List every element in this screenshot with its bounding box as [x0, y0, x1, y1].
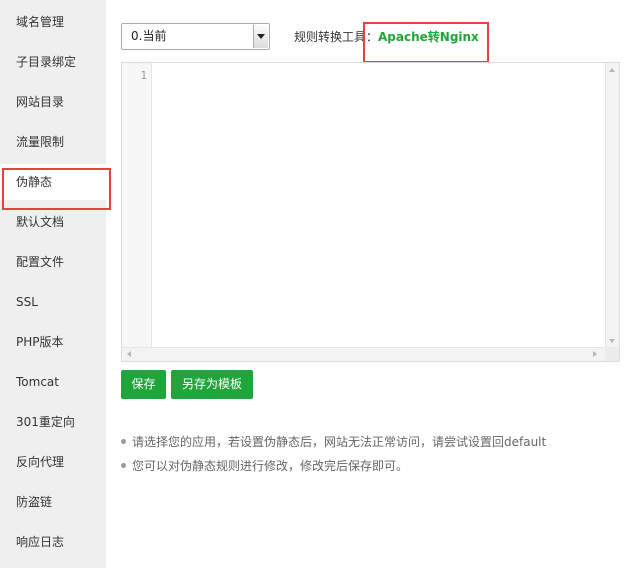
editor-content[interactable]: [156, 67, 601, 343]
scroll-left-icon[interactable]: [127, 351, 131, 357]
scrollbar-corner: [605, 347, 619, 361]
sidebar-item-label: SSL: [16, 295, 38, 309]
sidebar-item-traffic-limit[interactable]: 流量限制: [0, 124, 106, 160]
apache-to-nginx-link[interactable]: Apache转Nginx: [378, 28, 479, 45]
sidebar-item-site-dir[interactable]: 网站目录: [0, 84, 106, 120]
horizontal-scrollbar[interactable]: [122, 347, 605, 361]
sidebar-item-default-doc[interactable]: 默认文档: [0, 204, 106, 240]
chevron-down-icon[interactable]: [253, 25, 268, 48]
sidebar-item-config-file[interactable]: 配置文件: [0, 244, 106, 280]
sidebar-item-label: 流量限制: [16, 135, 65, 149]
rewrite-template-select[interactable]: 0.当前: [121, 23, 270, 50]
sidebar-item-label: 默认文档: [16, 215, 65, 229]
scroll-up-icon[interactable]: [609, 68, 615, 72]
sidebar-item-label: 伪静态: [16, 175, 53, 189]
line-number-gutter: 1: [122, 63, 152, 348]
sidebar-item-tomcat[interactable]: Tomcat: [0, 364, 106, 400]
rewrite-rule-editor[interactable]: 1: [121, 62, 620, 362]
sidebar: 域名管理 子目录绑定 网站目录 流量限制 伪静态 默认文档 配置文件 SSL P…: [0, 0, 106, 568]
sidebar-item-redirect-301[interactable]: 301重定向: [0, 404, 106, 440]
tip-item: 您可以对伪静态规则进行修改，修改完后保存即可。: [121, 456, 546, 480]
sidebar-item-label: PHP版本: [16, 335, 64, 349]
tool-label: 规则转换工具：: [294, 30, 379, 44]
sidebar-item-label: 301重定向: [16, 415, 75, 429]
sidebar-item-rewrite[interactable]: 伪静态: [0, 164, 106, 200]
vertical-scrollbar[interactable]: [605, 63, 619, 348]
sidebar-item-reverse-proxy[interactable]: 反向代理: [0, 444, 106, 480]
bullet-icon: [121, 439, 126, 444]
sidebar-item-label: 防盗链: [16, 495, 53, 509]
select-value: 0.当前: [131, 29, 167, 43]
sidebar-item-label: 网站目录: [16, 95, 65, 109]
sidebar-item-label: 子目录绑定: [16, 55, 77, 69]
scroll-down-icon[interactable]: [609, 339, 615, 343]
save-button[interactable]: 保存: [121, 370, 166, 399]
scroll-right-icon[interactable]: [593, 351, 597, 357]
line-number: 1: [140, 69, 147, 82]
save-as-template-button[interactable]: 另存为模板: [171, 370, 253, 399]
sidebar-item-label: 配置文件: [16, 255, 65, 269]
sidebar-item-label: 响应日志: [16, 535, 65, 549]
sidebar-item-ssl[interactable]: SSL: [0, 284, 106, 320]
tip-item: 请选择您的应用，若设置伪静态后，网站无法正常访问，请尝试设置回default: [121, 432, 546, 456]
bullet-icon: [121, 463, 126, 468]
tip-text: 您可以对伪静态规则进行修改，修改完后保存即可。: [132, 459, 409, 473]
sidebar-item-label: Tomcat: [16, 375, 59, 389]
sidebar-item-label: 域名管理: [16, 15, 65, 29]
sidebar-item-hotlink[interactable]: 防盗链: [0, 484, 106, 520]
sidebar-item-domain[interactable]: 域名管理: [0, 4, 106, 40]
sidebar-item-php-version[interactable]: PHP版本: [0, 324, 106, 360]
sidebar-item-subdir[interactable]: 子目录绑定: [0, 44, 106, 80]
sidebar-item-label: 反向代理: [16, 455, 65, 469]
tips-list: 请选择您的应用，若设置伪静态后，网站无法正常访问，请尝试设置回default 您…: [121, 432, 546, 480]
sidebar-item-response-log[interactable]: 响应日志: [0, 524, 106, 560]
tip-text: 请选择您的应用，若设置伪静态后，网站无法正常访问，请尝试设置回default: [132, 435, 547, 449]
